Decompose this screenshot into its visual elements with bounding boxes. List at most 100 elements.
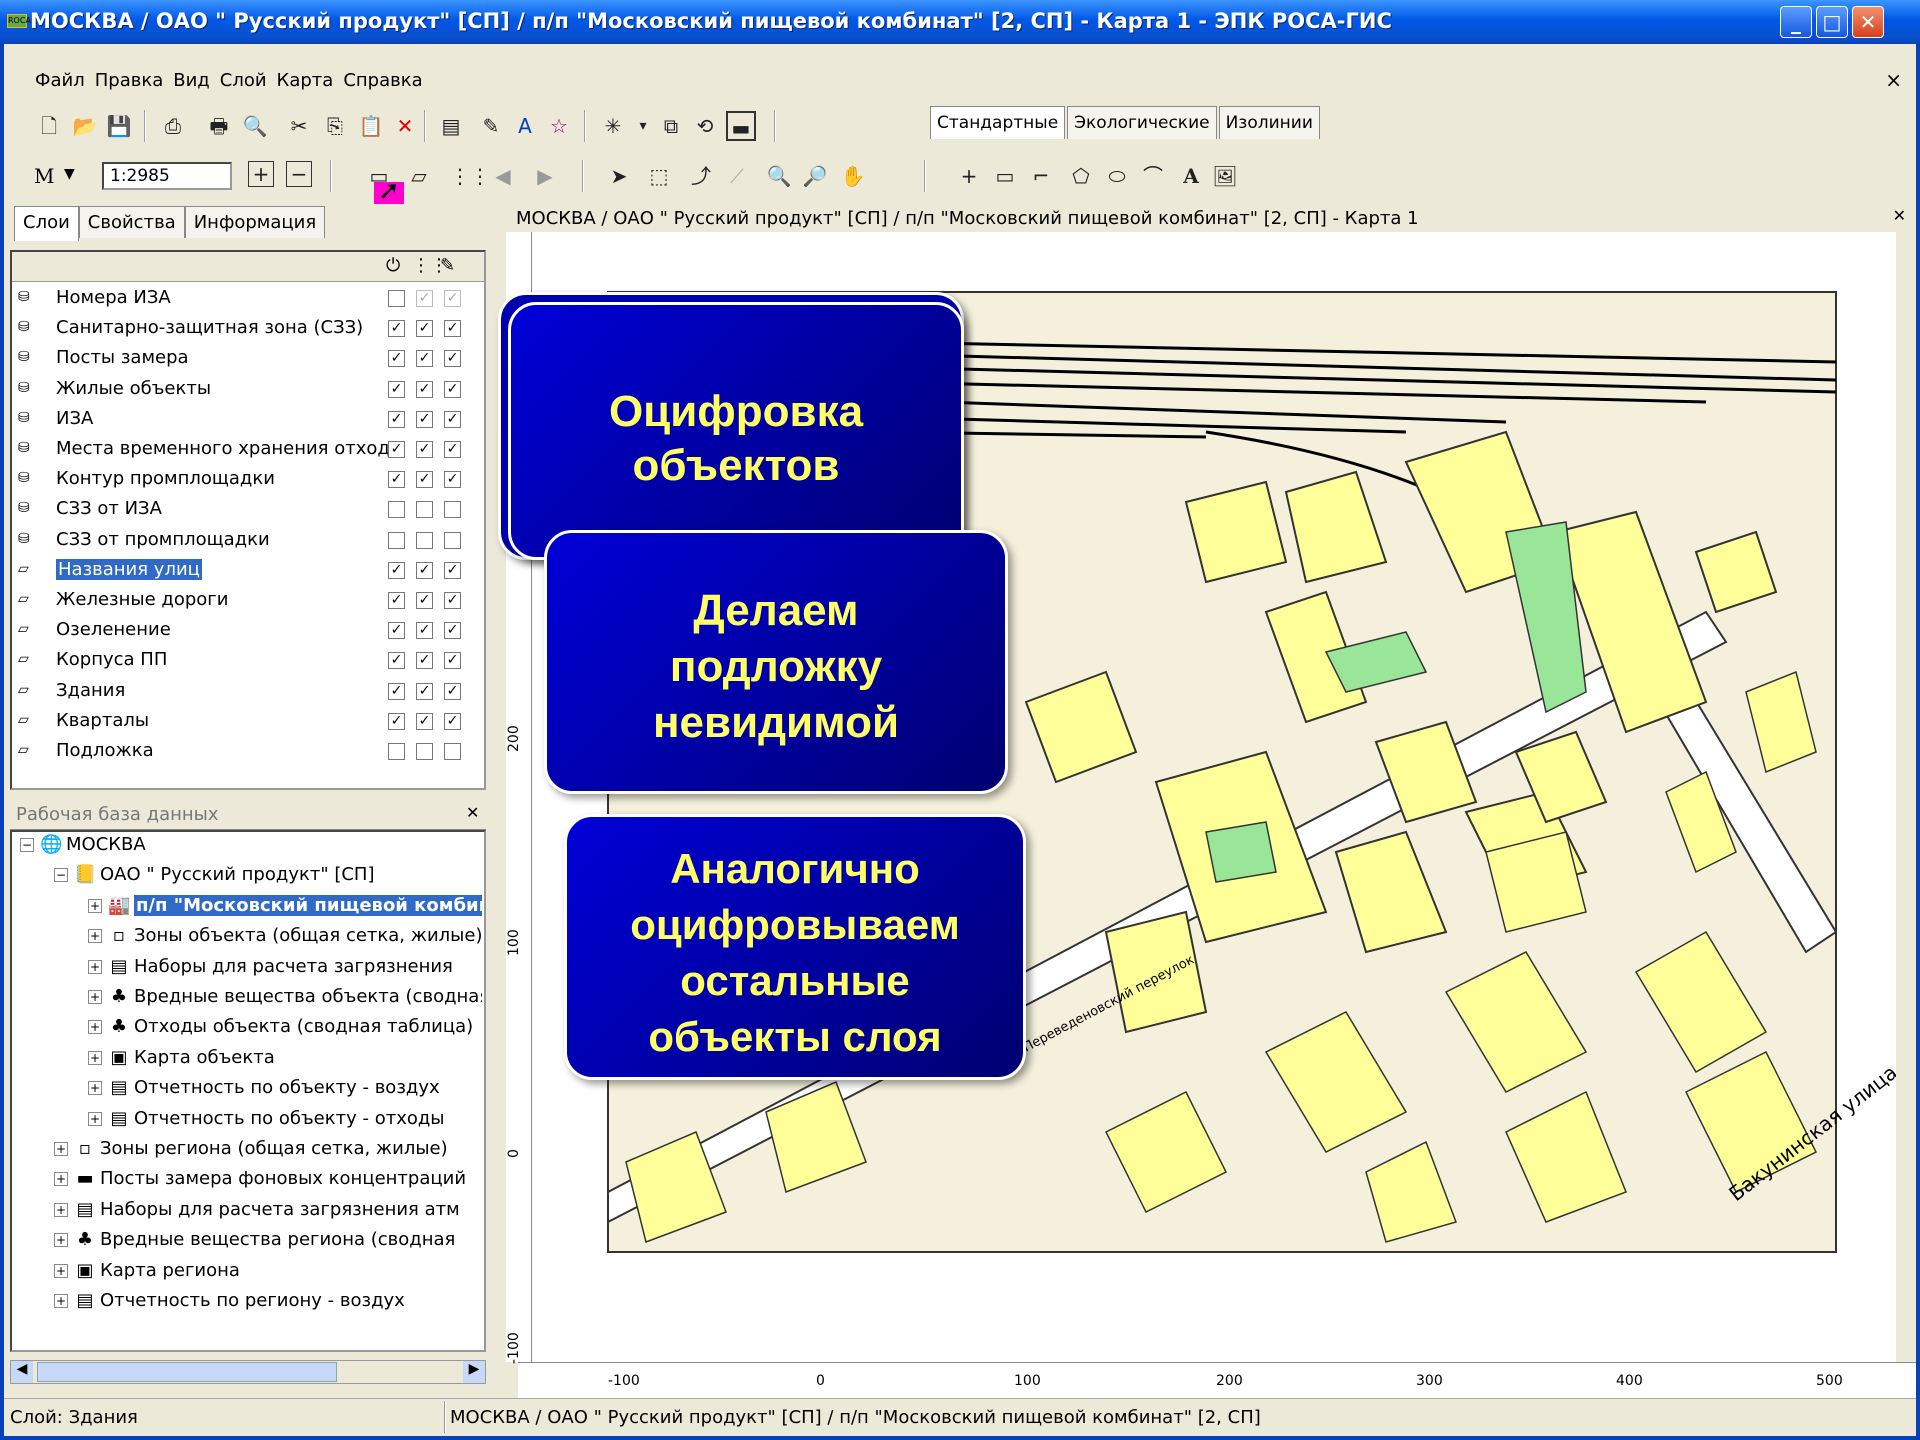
expand-icon[interactable]: + (54, 1263, 68, 1278)
visible-checkbox[interactable]: ✓ (388, 712, 405, 730)
menu-item-4[interactable]: Карта (272, 64, 339, 97)
print-icon[interactable]: 🖶 (204, 111, 234, 141)
expand-icon[interactable]: + (88, 959, 102, 974)
style-icon[interactable]: ✎ (476, 111, 506, 141)
print-preview-icon[interactable]: 🔍 (240, 111, 270, 141)
star-icon[interactable]: ☆ (544, 111, 574, 141)
tree-item[interactable]: + ▤ Отчетность по объекту - воздух (88, 1077, 482, 1107)
layer-row[interactable]: ⛁ СЗЗ от ИЗА (12, 495, 482, 525)
layer-row[interactable]: ⛁ Посты замера ✓ ✓ ✓ (12, 344, 482, 374)
expand-icon[interactable]: + (88, 1020, 102, 1035)
visible-checkbox[interactable]: ✓ (388, 622, 405, 640)
layer-row[interactable]: ▱ Подложка (12, 737, 482, 767)
selectable-checkbox[interactable] (416, 743, 433, 760)
visible-checkbox[interactable]: ✓ (388, 350, 405, 368)
visible-checkbox[interactable] (388, 501, 405, 519)
layers-icon[interactable]: ⧉ (656, 111, 686, 141)
tab-layers[interactable]: Слои (14, 206, 79, 241)
visible-checkbox[interactable]: ✓ (388, 410, 405, 428)
expand-icon[interactable]: + (88, 1081, 102, 1096)
layer-row[interactable]: ▱ Названия улиц ✓ ✓ ✓ (12, 556, 482, 586)
selectable-checkbox[interactable]: ✓ (416, 682, 433, 700)
selectable-checkbox[interactable]: ✓ (416, 471, 433, 489)
zoom-in-box-icon[interactable]: + (248, 161, 274, 187)
add-object-icon[interactable]: ✳ (598, 111, 628, 141)
tree-item[interactable]: − 📒 ОАО " Русский продукт" [СП] (54, 864, 482, 894)
scroll-left-icon[interactable]: ◀ (11, 1361, 33, 1383)
menu-close-icon[interactable]: × (1885, 68, 1902, 92)
tab-information[interactable]: Информация (184, 206, 326, 238)
selectable-checkbox[interactable]: ✓ (416, 622, 433, 640)
tab-isolines[interactable]: Изолинии (1218, 106, 1320, 139)
layer-row[interactable]: ▱ Здания ✓ ✓ ✓ (12, 677, 482, 707)
arc-icon[interactable]: ⌒ (1138, 161, 1168, 191)
collapse-icon[interactable]: − (54, 868, 68, 883)
layer-row[interactable]: ▱ Корпуса ПП ✓ ✓ ✓ (12, 646, 482, 676)
new-file-icon[interactable]: 🗋 (34, 111, 64, 141)
menu-item-3[interactable]: Слой (215, 64, 272, 97)
expand-icon[interactable]: + (54, 1142, 68, 1156)
layer-row[interactable]: ⛁ Места временного хранения отходов ✓ ✓ ✓ (12, 435, 482, 465)
open-folder-icon[interactable]: 📂 (70, 111, 100, 141)
tree-item[interactable]: + ▫ Зоны региона (общая сетка, жилые) (54, 1138, 482, 1168)
editable-checkbox[interactable]: ✓ (444, 652, 461, 670)
editable-checkbox[interactable] (444, 501, 461, 519)
polygon-icon[interactable]: ⬠ (1066, 161, 1096, 191)
layer-row[interactable]: ⛁ ИЗА ✓ ✓ ✓ (12, 405, 482, 435)
cut-icon[interactable]: ✂ (284, 111, 314, 141)
edit-line-icon[interactable]: ⟋ (722, 161, 752, 191)
expand-icon[interactable]: + (54, 1202, 68, 1217)
tree-item[interactable]: + ▤ Наборы для расчета загрязнения атм (54, 1199, 482, 1229)
selectable-checkbox[interactable]: ✓ (416, 350, 433, 368)
grid-icon[interactable]: ⋮⋮ (450, 161, 490, 191)
visible-checkbox[interactable]: ✓ (388, 380, 405, 398)
collapse-icon[interactable]: − (20, 838, 34, 852)
tree-item[interactable]: + ♣ Вредные вещества региона (сводная (54, 1229, 482, 1259)
scale-input[interactable]: 1:2985 (102, 162, 232, 190)
expand-icon[interactable]: + (54, 1294, 68, 1308)
window-icon[interactable]: ▬ (726, 111, 756, 141)
editable-checkbox[interactable]: ✓ (444, 441, 461, 458)
editable-checkbox[interactable]: ✓ (444, 350, 461, 368)
delete-icon[interactable]: ✕ (390, 111, 420, 141)
select-rect-icon[interactable]: ⬚ (644, 161, 674, 191)
paste-icon[interactable]: 📋 (356, 111, 386, 141)
selectable-checkbox[interactable]: ✓ (416, 441, 433, 458)
properties-icon[interactable]: ⎙ (158, 111, 188, 141)
scroll-right-icon[interactable]: ▶ (463, 1361, 485, 1383)
maximize-button[interactable]: □ (1816, 6, 1848, 38)
layer-row[interactable]: ▱ Озеленение ✓ ✓ ✓ (12, 616, 482, 646)
expand-icon[interactable]: + (88, 1050, 102, 1065)
selectable-checkbox[interactable]: ✓ (416, 652, 433, 670)
tree-item[interactable]: + ▣ Карта объекта (88, 1047, 482, 1077)
tree-item[interactable]: + ▣ Карта региона (54, 1260, 482, 1290)
visible-checkbox[interactable]: ✓ (388, 471, 405, 489)
visible-checkbox[interactable]: ✓ (388, 561, 405, 579)
pan-hand-icon[interactable]: ✋ (838, 161, 868, 191)
selectable-checkbox[interactable]: ✓ (416, 410, 433, 428)
editable-checkbox[interactable]: ✓ (444, 682, 461, 700)
edit-node-icon[interactable]: ⤴ (686, 161, 716, 191)
label-icon[interactable]: A (510, 111, 540, 141)
editable-checkbox[interactable]: ✓ (444, 290, 461, 307)
pointer-icon[interactable]: ➤ (604, 161, 634, 191)
title-bar[interactable]: ROCA МОСКВА / ОАО " Русский продукт" [СП… (0, 0, 1920, 44)
layer-row[interactable]: ⛁ СЗЗ от промплощадки (12, 526, 482, 556)
polyline-icon[interactable]: ⌐ (1026, 161, 1056, 191)
layer-row[interactable]: ⛁ Номера ИЗА ✓ ✓ (12, 284, 482, 314)
visible-checkbox[interactable] (388, 290, 405, 307)
layer-row[interactable]: ⛁ Жилые объекты ✓ ✓ ✓ (12, 375, 482, 405)
map-close-icon[interactable]: ✕ (1893, 206, 1906, 225)
editable-checkbox[interactable]: ✓ (444, 712, 461, 730)
visible-checkbox[interactable]: ✓ (388, 320, 405, 338)
chevron-down-icon[interactable]: ▼ (64, 166, 75, 182)
tree-item[interactable]: + ▫ Зоны объекта (общая сетка, жилые) (88, 925, 482, 955)
tree-item[interactable]: − 🌐 МОСКВА (20, 834, 482, 864)
expand-icon[interactable]: + (54, 1233, 68, 1248)
point-icon[interactable]: + (954, 161, 984, 191)
visible-checkbox[interactable]: ✓ (388, 441, 405, 458)
close-button[interactable]: ✕ (1852, 6, 1884, 38)
editable-checkbox[interactable]: ✓ (444, 320, 461, 338)
selectable-checkbox[interactable]: ✓ (416, 290, 433, 307)
selectable-checkbox[interactable]: ✓ (416, 320, 433, 338)
